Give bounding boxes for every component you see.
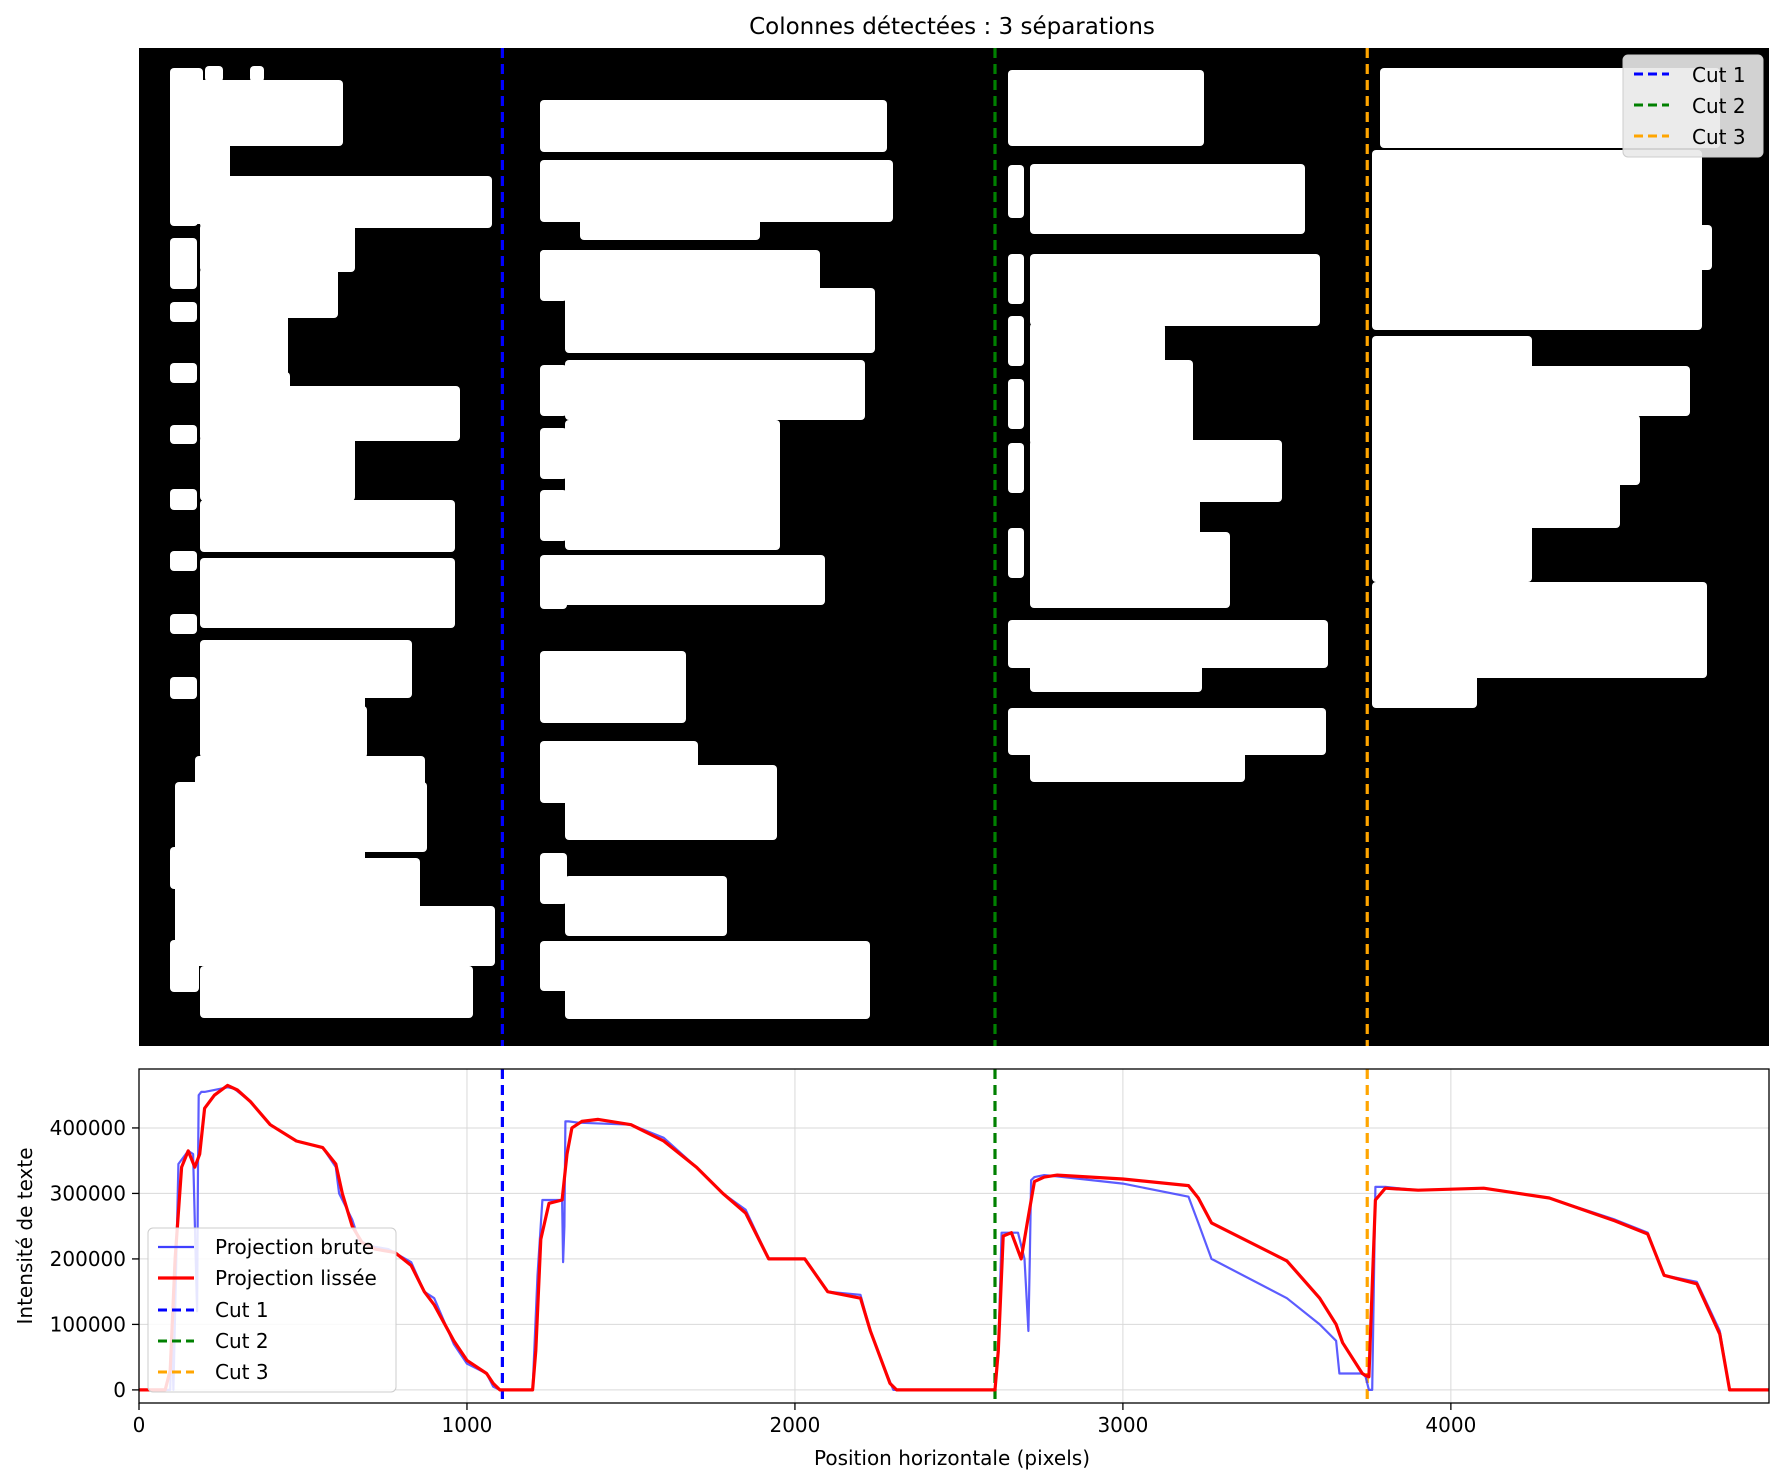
text-block-47 (540, 490, 567, 541)
text-block-64 (1008, 316, 1024, 366)
legend-label-cut-2: Cut 2 (215, 1329, 269, 1353)
top-legend: Cut 1 Cut 2 Cut 3 (1622, 54, 1764, 158)
text-block-7 (200, 176, 492, 228)
text-block-70 (1008, 528, 1024, 578)
bottom-legend: Projection brute Projection lissée Cut 1… (147, 1227, 397, 1393)
text-block-59 (1008, 165, 1024, 218)
text-block-41 (565, 288, 875, 353)
text-block-36 (540, 100, 887, 152)
top-panel-title: Colonnes détectées : 3 séparations (749, 14, 1155, 40)
text-block-63 (1030, 360, 1193, 445)
x-tick-label-2: 2000 (769, 1413, 820, 1437)
figure: Colonnes détectées : 3 séparations Cut 1… (0, 0, 1782, 1483)
text-block-81 (1520, 470, 1620, 528)
text-block-11 (170, 302, 197, 322)
text-block-9 (170, 238, 197, 289)
x-tick-label-0: 0 (133, 1413, 146, 1437)
x-tick-label-4: 4000 (1425, 1413, 1476, 1437)
text-block-68 (1008, 443, 1024, 493)
text-block-24 (170, 677, 197, 699)
text-block-56 (565, 961, 870, 1019)
text-block-20 (170, 551, 197, 571)
top-legend-label-cut-2: Cut 2 (1692, 94, 1746, 118)
x-axis-label: Position horizontale (pixels) (814, 1446, 1090, 1470)
text-block-60 (1030, 254, 1320, 326)
legend-label-cut-3: Cut 3 (215, 1360, 269, 1384)
legend-label-projection-brute: Projection brute (215, 1235, 374, 1259)
x-tick-label-3: 3000 (1097, 1413, 1148, 1437)
text-block-65 (1030, 440, 1282, 502)
column-detection-image: Cut 1 Cut 2 Cut 3 (139, 48, 1769, 1046)
text-block-53 (540, 853, 567, 904)
text-block-21 (200, 558, 455, 628)
text-block-19 (200, 500, 455, 552)
text-block-15 (170, 425, 197, 444)
text-block-30 (175, 858, 420, 913)
text-block-78 (1372, 336, 1532, 582)
text-block-3 (250, 66, 264, 82)
legend-label-projection-lissee: Projection lissée (215, 1266, 377, 1290)
text-block-79 (1520, 366, 1690, 416)
text-block-23 (200, 640, 412, 698)
legend-label-cut-1: Cut 1 (215, 1298, 269, 1322)
text-block-4 (170, 80, 343, 146)
text-block-43 (540, 365, 567, 416)
text-block-46 (565, 480, 780, 550)
text-block-77 (1372, 225, 1712, 270)
y-tick-label-3: 300000 (50, 1181, 126, 1205)
text-block-57 (1008, 70, 1204, 146)
top-legend-label-cut-3: Cut 3 (1692, 125, 1746, 149)
text-block-13 (170, 363, 197, 383)
y-tick-label-0: 0 (113, 1378, 126, 1402)
text-block-44 (565, 420, 780, 490)
text-block-40 (540, 250, 567, 301)
text-block-48 (540, 555, 825, 605)
text-block-38 (580, 210, 760, 240)
text-block-42 (565, 360, 865, 420)
text-block-74 (1030, 742, 1245, 782)
text-block-58 (1030, 164, 1305, 234)
text-block-2 (205, 66, 223, 82)
text-block-16 (200, 386, 460, 441)
text-block-34 (170, 940, 199, 992)
text-block-54 (565, 876, 727, 936)
y-axis-label: Intensité de texte (13, 1147, 37, 1324)
text-block-32 (170, 847, 199, 889)
text-block-22 (170, 614, 197, 634)
top-legend-label-cut-1: Cut 1 (1692, 63, 1746, 87)
text-block-50 (540, 651, 686, 723)
text-block-8 (200, 224, 355, 272)
text-block-33 (175, 918, 495, 966)
text-block-18 (170, 489, 197, 510)
text-block-35 (200, 966, 473, 1018)
text-block-12 (200, 308, 288, 381)
text-block-61 (1008, 254, 1024, 304)
y-tick-label-1: 100000 (50, 1312, 126, 1336)
text-block-69 (1030, 532, 1230, 608)
text-block-52 (565, 765, 777, 840)
text-block-26 (200, 706, 367, 758)
text-block-66 (1008, 379, 1024, 429)
text-block-72 (1030, 650, 1202, 692)
x-tick-label-1: 1000 (442, 1413, 493, 1437)
text-block-45 (540, 428, 567, 479)
y-tick-label-4: 400000 (50, 1116, 126, 1140)
text-block-17 (200, 436, 355, 501)
text-block-83 (1372, 660, 1477, 708)
text-block-49 (540, 558, 567, 609)
y-tick-label-2: 200000 (50, 1247, 126, 1271)
